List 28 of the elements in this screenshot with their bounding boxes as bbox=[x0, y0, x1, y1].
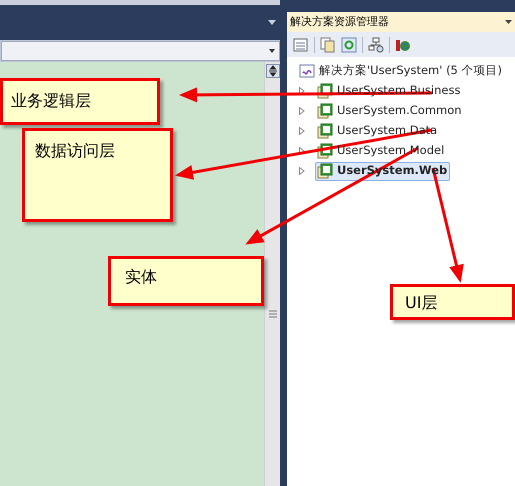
project-node[interactable]: UserSystem.Common bbox=[315, 102, 464, 120]
refresh-icon[interactable] bbox=[341, 36, 357, 52]
split-handle-icon[interactable] bbox=[266, 64, 280, 78]
dropdown-arrow-icon[interactable] bbox=[268, 20, 276, 25]
expand-arrow-icon[interactable] bbox=[299, 127, 305, 135]
callout: UI层 bbox=[390, 284, 515, 320]
properties-icon[interactable] bbox=[293, 36, 309, 52]
csharp-project-icon bbox=[317, 143, 333, 159]
expand-arrow-icon[interactable] bbox=[299, 167, 305, 175]
csharp-project-icon bbox=[317, 163, 333, 179]
expand-arrow-icon[interactable] bbox=[299, 87, 305, 95]
panel-title: 解决方案资源管理器 bbox=[290, 14, 389, 30]
callout: 实体 bbox=[108, 256, 264, 306]
grip-icon[interactable] bbox=[268, 310, 276, 318]
csharp-project-icon bbox=[317, 123, 333, 139]
callout: 数据访问层 bbox=[22, 128, 173, 222]
class-diagram-icon[interactable] bbox=[368, 36, 384, 52]
expand-arrow-icon[interactable] bbox=[299, 147, 305, 155]
caret-icon bbox=[269, 49, 275, 53]
expand-arrow-icon[interactable] bbox=[299, 107, 305, 115]
dropdown-arrow-icon[interactable] bbox=[505, 20, 512, 24]
csharp-project-icon bbox=[317, 103, 333, 119]
copy-files-icon[interactable] bbox=[320, 36, 336, 52]
csharp-project-icon bbox=[317, 83, 333, 99]
callout: 业务逻辑层 bbox=[0, 78, 160, 125]
vertical-scrollbar[interactable] bbox=[264, 62, 280, 486]
solution-node[interactable]: 解决方案'UserSystem' (5 个项目) bbox=[287, 61, 515, 81]
solution-icon bbox=[299, 63, 315, 79]
